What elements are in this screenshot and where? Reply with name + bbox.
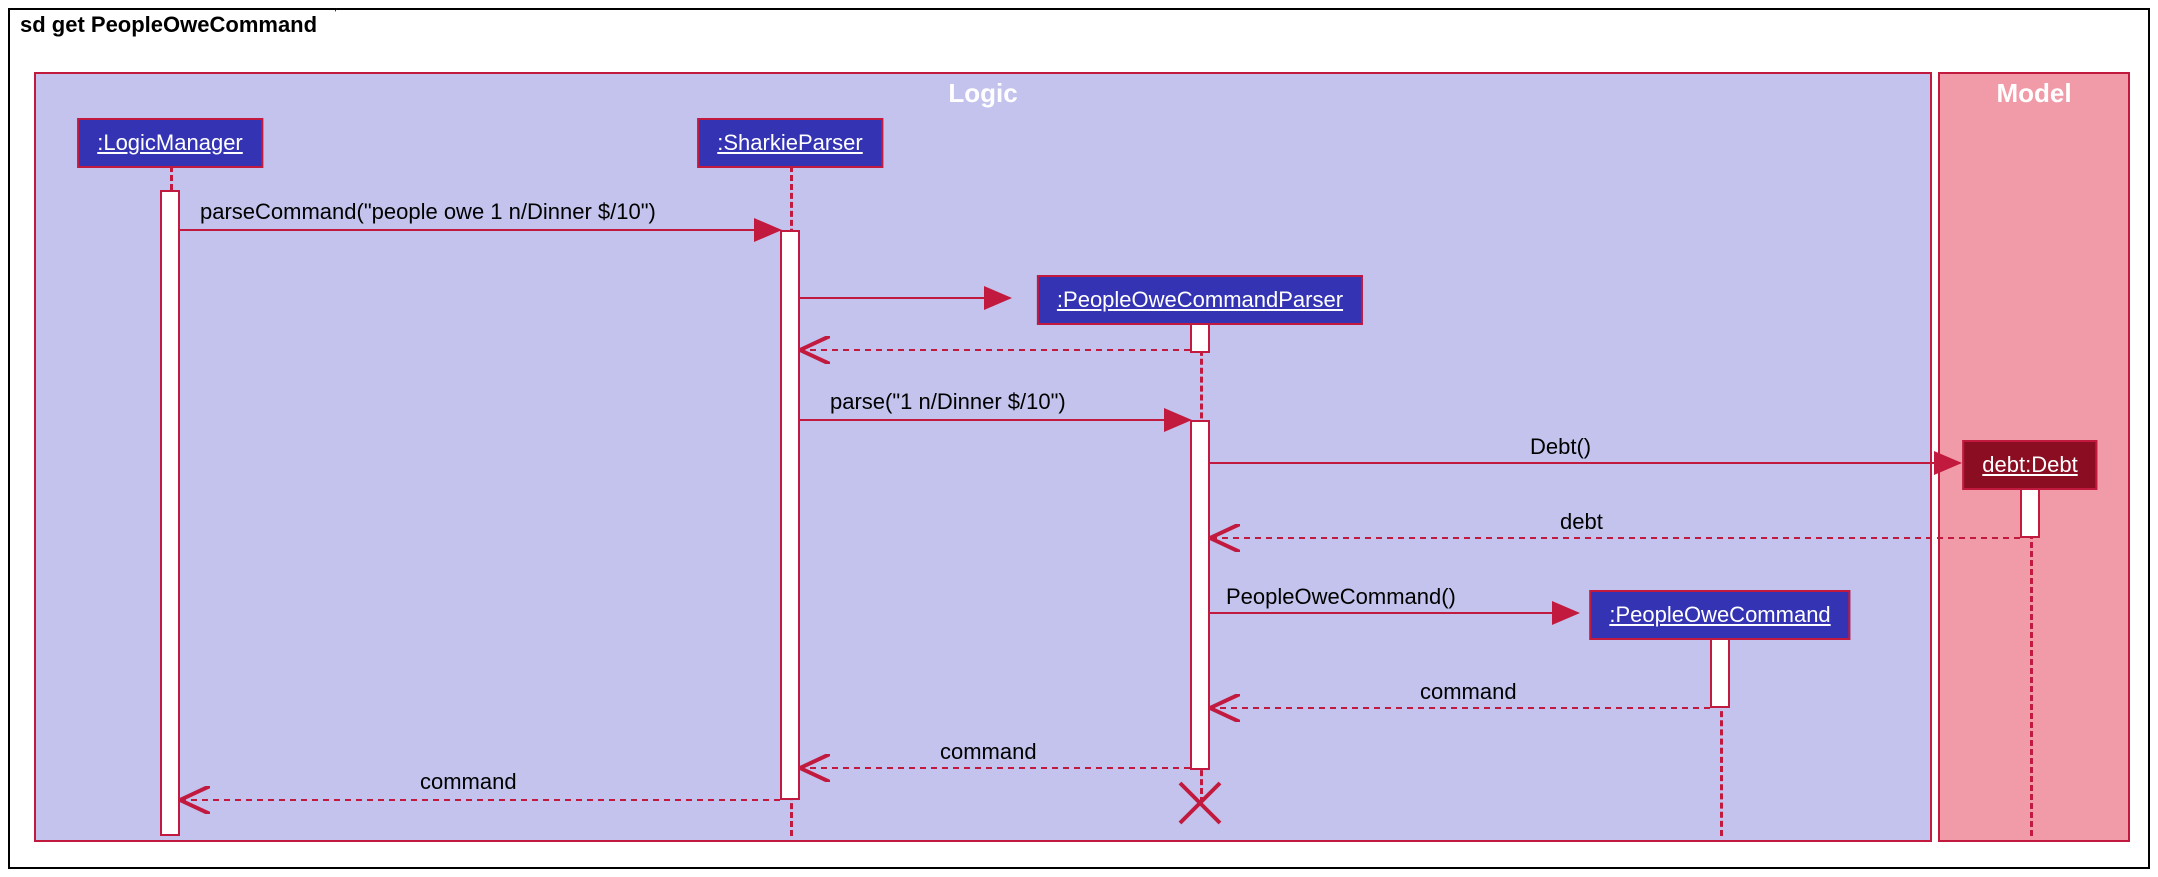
msg-debt-return: debt [1560,509,1603,535]
pocp-activation-parse [1190,420,1210,770]
msg-parse: parse("1 n/Dinner $/10") [830,389,1066,415]
msg-poc-ctor: PeopleOweCommand() [1226,584,1456,610]
logicmanager-head: :LogicManager [77,118,263,168]
logic-package: Logic [34,72,1932,842]
msg-return-command-2: command [940,739,1037,765]
pocp-head: :PeopleOweCommandParser [1037,275,1363,325]
msg-return-command-3: command [420,769,517,795]
sharkieparser-head: :SharkieParser [697,118,883,168]
poc-activation [1710,638,1730,708]
poc-head: :PeopleOweCommand [1589,590,1850,640]
debt-head: debt:Debt [1962,440,2097,490]
debt-lifeline [2030,488,2033,836]
frame-title: sd get PeopleOweCommand [8,8,337,40]
logicmanager-activation [160,190,180,836]
diagram-frame: sd get PeopleOweCommand Logic Model [8,8,2150,869]
pocp-activation-create [1190,323,1210,353]
logic-package-title: Logic [36,78,1930,109]
debt-activation [2020,488,2040,538]
msg-debt-ctor: Debt() [1530,434,1591,460]
sharkieparser-activation [780,230,800,800]
msg-return-command-1: command [1420,679,1517,705]
model-package-title: Model [1940,78,2128,109]
msg-parsecommand: parseCommand("people owe 1 n/Dinner $/10… [200,199,656,225]
